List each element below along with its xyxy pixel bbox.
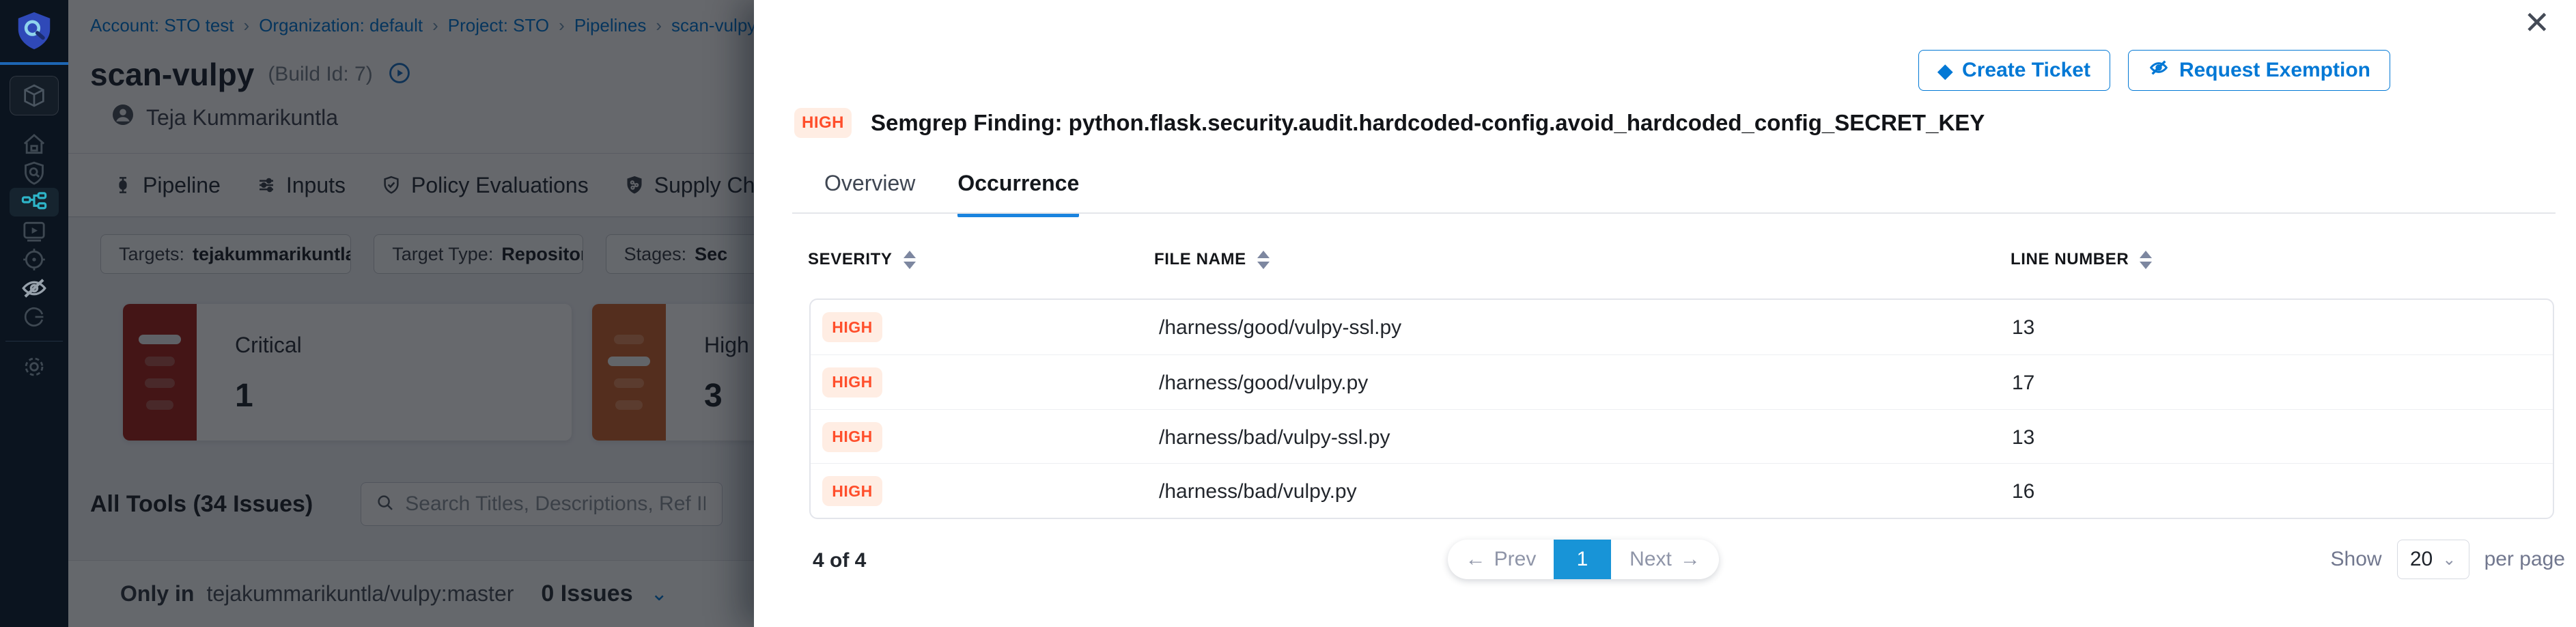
column-header-line-number[interactable]: LINE NUMBER: [2011, 250, 2152, 269]
line-number-cell: 17: [2012, 372, 2034, 395]
show-label: Show: [2331, 548, 2382, 571]
request-exemption-label: Request Exemption: [2179, 59, 2370, 82]
column-header-label: SEVERITY: [808, 250, 893, 269]
column-header-label: FILE NAME: [1154, 250, 1246, 269]
ticket-diamond-icon: ◆: [1938, 59, 1953, 82]
drawer-actions: ◆ Create Ticket Request Exemption: [1918, 50, 2391, 91]
severity-badge: HIGH: [822, 367, 882, 398]
tab-overview[interactable]: Overview: [824, 171, 915, 217]
table-row[interactable]: HIGH /harness/good/vulpy-ssl.py 13: [811, 300, 2553, 354]
eye-slash-icon: [2148, 57, 2170, 84]
drawer-tabs: Overview Occurrence: [824, 171, 1079, 217]
column-header-file-name[interactable]: FILE NAME: [1154, 250, 1270, 269]
chevron-down-icon: ⌄: [2442, 550, 2456, 570]
column-header-label: LINE NUMBER: [2011, 250, 2129, 269]
arrow-right-icon: →: [1680, 548, 1700, 571]
sidebar-item-settings[interactable]: [10, 352, 59, 381]
severity-badge: HIGH: [822, 422, 882, 452]
per-page-label: per page: [2484, 548, 2565, 571]
close-icon[interactable]: ✕: [2523, 7, 2550, 38]
page-size-select[interactable]: 20 ⌄: [2397, 540, 2469, 579]
finding-drawer: ✕ ◆ Create Ticket Request Exemption HIGH…: [754, 0, 2576, 627]
severity-badge: HIGH: [822, 312, 882, 342]
sidebar-nav: [10, 130, 59, 331]
app-sidebar: [0, 0, 68, 627]
table-row[interactable]: HIGH /harness/bad/vulpy.py 16: [811, 463, 2553, 518]
line-number-cell: 13: [2012, 316, 2034, 339]
file-name-cell: /harness/good/vulpy.py: [1159, 372, 1368, 395]
file-name-cell: /harness/good/vulpy-ssl.py: [1159, 316, 1401, 339]
prev-page-button[interactable]: ← Prev: [1448, 540, 1554, 579]
sort-icon[interactable]: [2140, 251, 2152, 269]
page-1-button[interactable]: 1: [1554, 540, 1611, 579]
next-page-button[interactable]: Next →: [1611, 540, 1719, 579]
create-ticket-label: Create Ticket: [1962, 59, 2090, 82]
sidebar-accent-rule: [0, 62, 68, 65]
severity-badge: HIGH: [822, 476, 882, 506]
finding-header: HIGH Semgrep Finding: python.flask.secur…: [794, 108, 1985, 138]
arrow-left-icon: ←: [1466, 548, 1486, 571]
occurrence-table: HIGH /harness/good/vulpy-ssl.py 13 HIGH …: [809, 298, 2554, 519]
request-exemption-button[interactable]: Request Exemption: [2128, 50, 2390, 91]
drawer-tabs-divider: [792, 212, 2556, 214]
line-number-cell: 16: [2012, 480, 2034, 503]
sidebar-item-overview[interactable]: [10, 159, 59, 188]
sidebar-item-pipelines[interactable]: [10, 188, 59, 217]
sidebar-item-executions[interactable]: [10, 217, 59, 245]
sort-icon[interactable]: [1257, 251, 1270, 269]
pagination: ← Prev 1 Next →: [1448, 540, 1719, 579]
severity-badge: HIGH: [794, 108, 852, 138]
sidebar-item-home[interactable]: [10, 130, 59, 159]
table-row[interactable]: HIGH /harness/bad/vulpy-ssl.py 13: [811, 409, 2553, 464]
module-selector-button[interactable]: [10, 76, 59, 115]
create-ticket-button[interactable]: ◆ Create Ticket: [1918, 50, 2110, 91]
prev-label: Prev: [1494, 548, 1537, 571]
sidebar-item-ticket-settings[interactable]: [10, 303, 59, 331]
sort-icon[interactable]: [904, 251, 916, 269]
tab-occurrence[interactable]: Occurrence: [957, 171, 1079, 217]
finding-title: Semgrep Finding: python.flask.security.a…: [871, 110, 1985, 136]
file-name-cell: /harness/bad/vulpy-ssl.py: [1159, 426, 1390, 449]
sidebar-item-targets[interactable]: [10, 245, 59, 274]
table-row[interactable]: HIGH /harness/good/vulpy.py 17: [811, 354, 2553, 409]
sidebar-divider: [5, 341, 63, 342]
page-size-control: Show 20 ⌄ per page: [2331, 540, 2565, 579]
next-label: Next: [1629, 548, 1672, 571]
pagination-summary: 4 of 4: [813, 549, 866, 572]
sidebar-item-exemptions[interactable]: [10, 274, 59, 303]
file-name-cell: /harness/bad/vulpy.py: [1159, 480, 1357, 503]
line-number-cell: 13: [2012, 426, 2034, 449]
modal-dim-overlay[interactable]: [68, 0, 754, 627]
column-header-severity[interactable]: SEVERITY: [808, 250, 916, 269]
page-size-value: 20: [2410, 548, 2433, 571]
sto-logo-icon[interactable]: [13, 10, 55, 55]
